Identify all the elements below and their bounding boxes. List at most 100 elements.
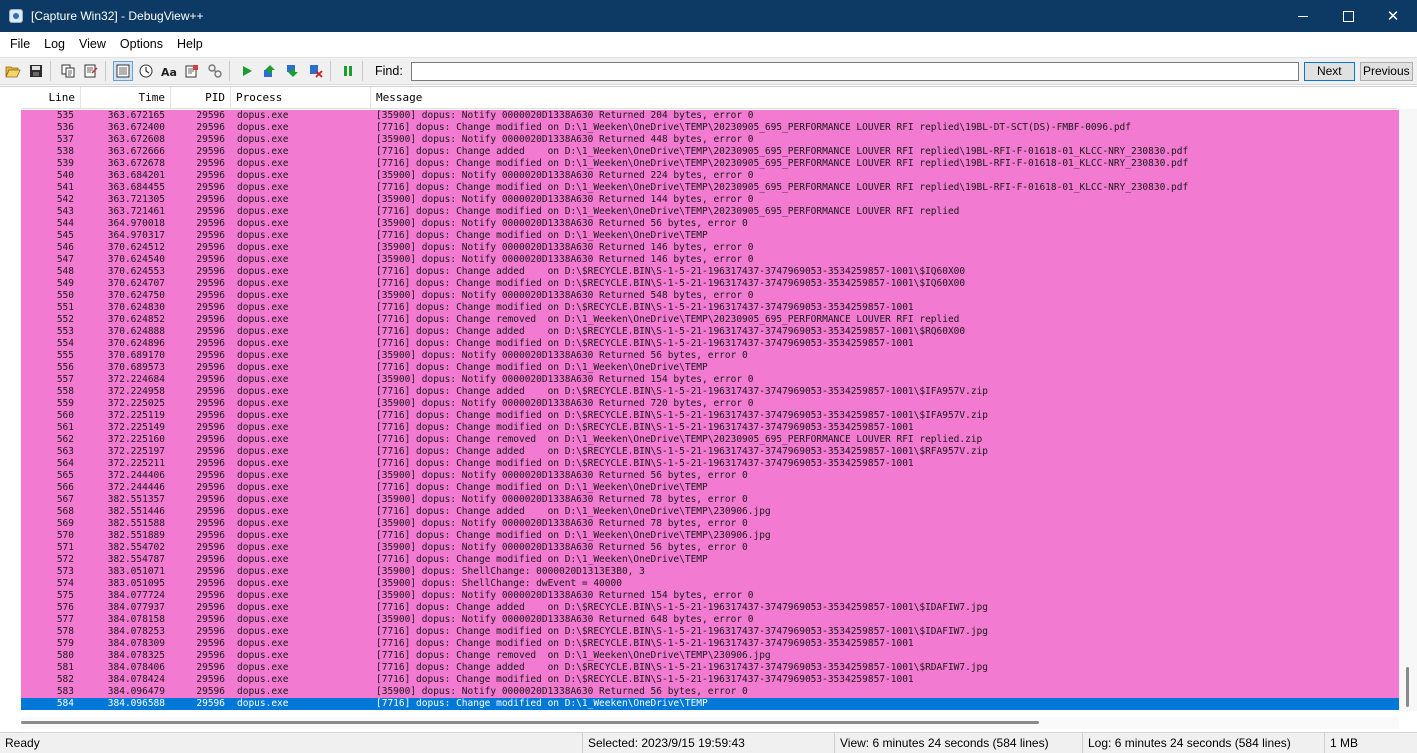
menu-help[interactable]: Help xyxy=(170,32,210,56)
bookmark-down-button[interactable] xyxy=(283,61,303,81)
table-row[interactable]: 540 363.684201 29596 dopus.exe [35900] dopus… xyxy=(21,170,1399,182)
table-row[interactable]: 535 363.672165 29596 dopus.exe [35900] dopus… xyxy=(21,110,1399,122)
table-row[interactable]: 565 372.244406 29596 dopus.exe [35900] dopus… xyxy=(21,470,1399,482)
table-row[interactable]: 542 363.721305 29596 dopus.exe [35900] dopus… xyxy=(21,194,1399,206)
arrow-down-icon xyxy=(287,65,298,77)
next-button[interactable]: Next xyxy=(1303,61,1355,81)
table-row[interactable]: 572 382.554787 29596 dopus.exe [7716] dopus:… xyxy=(21,554,1399,566)
table-row[interactable]: 559 372.225025 29596 dopus.exe [35900] dopus… xyxy=(21,398,1399,410)
cell-time: 372.224684 xyxy=(107,374,165,385)
connect-button[interactable] xyxy=(205,61,225,81)
cell-message: [35900] dopus: Notify 0000020D1338A630 R… xyxy=(376,374,754,385)
table-row[interactable]: 575 384.077724 29596 dopus.exe [35900] dopus… xyxy=(21,590,1399,602)
table-row[interactable]: 557 372.224684 29596 dopus.exe [35900] dopus… xyxy=(21,374,1399,386)
bookmark-clear-button[interactable] xyxy=(306,61,326,81)
cell-process: dopus.exe xyxy=(237,194,289,205)
table-row[interactable]: 563 372.225197 29596 dopus.exe [7716] dopus:… xyxy=(21,446,1399,458)
table-row[interactable]: 580 384.078325 29596 dopus.exe [7716] dopus:… xyxy=(21,650,1399,662)
table-row[interactable]: 553 370.624888 29596 dopus.exe [7716] dopus:… xyxy=(21,326,1399,338)
table-row[interactable]: 549 370.624707 29596 dopus.exe [7716] dopus:… xyxy=(21,278,1399,290)
table-row[interactable]: 539 363.672678 29596 dopus.exe [7716] dopus:… xyxy=(21,158,1399,170)
menu-log[interactable]: Log xyxy=(37,32,72,56)
table-row[interactable]: 566 372.244446 29596 dopus.exe [7716] dopus:… xyxy=(21,482,1399,494)
cell-line: 558 xyxy=(56,386,74,397)
table-row[interactable]: 547 370.624540 29596 dopus.exe [35900] dopus… xyxy=(21,254,1399,266)
log-list[interactable]: Line Time PID Process Message 535 363.672… xyxy=(0,86,1417,732)
table-row[interactable]: 561 372.225149 29596 dopus.exe [7716] dopus:… xyxy=(21,422,1399,434)
table-row[interactable]: 569 382.551588 29596 dopus.exe [35900] dopus… xyxy=(21,518,1399,530)
horizontal-scroll-thumb[interactable] xyxy=(21,721,1039,724)
table-row[interactable]: 583 384.096479 29596 dopus.exe [35900] dopus… xyxy=(21,686,1399,698)
bookmark-up-button[interactable] xyxy=(260,61,280,81)
table-row[interactable]: 562 372.225160 29596 dopus.exe [7716] dopus:… xyxy=(21,434,1399,446)
horizontal-scrollbar[interactable] xyxy=(21,717,1399,729)
column-header-line[interactable]: Line xyxy=(21,87,81,109)
menu-file[interactable]: File xyxy=(0,32,37,56)
menu-view[interactable]: View xyxy=(72,32,113,56)
table-row[interactable]: 551 370.624830 29596 dopus.exe [7716] dopus:… xyxy=(21,302,1399,314)
maximize-button[interactable] xyxy=(1325,0,1371,32)
vertical-scrollbar[interactable] xyxy=(1399,109,1417,711)
previous-button[interactable]: Previous xyxy=(1359,61,1413,81)
table-row[interactable]: 543 363.721461 29596 dopus.exe [7716] dopus:… xyxy=(21,206,1399,218)
table-row[interactable]: 577 384.078158 29596 dopus.exe [35900] dopus… xyxy=(21,614,1399,626)
column-header-message[interactable]: Message xyxy=(371,87,1399,109)
table-row[interactable]: 537 363.672608 29596 dopus.exe [35900] dopus… xyxy=(21,134,1399,146)
table-row[interactable]: 578 384.078253 29596 dopus.exe [7716] dopus:… xyxy=(21,626,1399,638)
table-row[interactable]: 548 370.624553 29596 dopus.exe [7716] dopus:… xyxy=(21,266,1399,278)
cell-message: [7716] dopus: Change modified on D:\1_We… xyxy=(376,182,1189,193)
vertical-scroll-thumb[interactable] xyxy=(1406,667,1409,707)
clear-button[interactable] xyxy=(81,61,101,81)
table-row[interactable]: 560 372.225119 29596 dopus.exe [7716] dopus:… xyxy=(21,410,1399,422)
cell-process: dopus.exe xyxy=(237,230,289,241)
table-row[interactable]: 536 363.672400 29596 dopus.exe [7716] dopus:… xyxy=(21,122,1399,134)
column-header-pid[interactable]: PID xyxy=(171,87,231,109)
table-row[interactable]: 567 382.551357 29596 dopus.exe [35900] dopus… xyxy=(21,494,1399,506)
table-row[interactable]: 555 370.689170 29596 dopus.exe [35900] dopus… xyxy=(21,350,1399,362)
cell-message: [35900] dopus: Notify 0000020D1338A630 R… xyxy=(376,686,748,697)
cell-pid: 29596 xyxy=(196,326,225,337)
table-row[interactable]: 550 370.624750 29596 dopus.exe [35900] dopus… xyxy=(21,290,1399,302)
time-button[interactable] xyxy=(136,61,156,81)
cell-line: 562 xyxy=(56,434,74,445)
column-header-time[interactable]: Time xyxy=(81,87,171,109)
minimize-button[interactable] xyxy=(1280,0,1326,32)
table-row[interactable]: 571 382.554702 29596 dopus.exe [35900] dopus… xyxy=(21,542,1399,554)
menu-options[interactable]: Options xyxy=(113,32,170,56)
table-row[interactable]: 564 372.225211 29596 dopus.exe [7716] dopus:… xyxy=(21,458,1399,470)
save-button[interactable] xyxy=(26,61,46,81)
cell-pid: 29596 xyxy=(196,194,225,205)
table-row[interactable]: 556 370.689573 29596 dopus.exe [7716] dopus:… xyxy=(21,362,1399,374)
table-row[interactable]: 582 384.078424 29596 dopus.exe [7716] dopus:… xyxy=(21,674,1399,686)
column-header-process[interactable]: Process xyxy=(231,87,371,109)
run-button[interactable] xyxy=(237,61,257,81)
table-row[interactable]: 568 382.551446 29596 dopus.exe [7716] dopus:… xyxy=(21,506,1399,518)
table-row[interactable]: 570 382.551889 29596 dopus.exe [7716] dopus:… xyxy=(21,530,1399,542)
font-button[interactable]: Aa xyxy=(159,61,179,81)
table-row[interactable]: 554 370.624896 29596 dopus.exe [7716] dopus:… xyxy=(21,338,1399,350)
table-row-selected[interactable]: 584 384.096588 29596 dopus.exe [7716] dopus:… xyxy=(21,698,1399,710)
table-row[interactable]: 545 364.970317 29596 dopus.exe [7716] dopus:… xyxy=(21,230,1399,242)
cell-message: [7716] dopus: Change removed on D:\1_Wee… xyxy=(376,314,960,325)
copy-button[interactable] xyxy=(58,61,78,81)
table-row[interactable]: 573 383.051071 29596 dopus.exe [35900] dopus… xyxy=(21,566,1399,578)
autoscroll-toggle[interactable] xyxy=(113,61,133,81)
table-row[interactable]: 574 383.051095 29596 dopus.exe [35900] dopus… xyxy=(21,578,1399,590)
table-row[interactable]: 581 384.078406 29596 dopus.exe [7716] dopus:… xyxy=(21,662,1399,674)
close-button[interactable]: ✕ xyxy=(1370,0,1416,32)
table-row[interactable]: 576 384.077937 29596 dopus.exe [7716] dopus:… xyxy=(21,602,1399,614)
table-row[interactable]: 558 372.224958 29596 dopus.exe [7716] dopus:… xyxy=(21,386,1399,398)
table-row[interactable]: 579 384.078309 29596 dopus.exe [7716] dopus:… xyxy=(21,638,1399,650)
cell-pid: 29596 xyxy=(196,350,225,361)
pause-button[interactable] xyxy=(338,61,358,81)
table-row[interactable]: 538 363.672666 29596 dopus.exe [7716] dopus:… xyxy=(21,146,1399,158)
table-row[interactable]: 546 370.624512 29596 dopus.exe [35900] dopus… xyxy=(21,242,1399,254)
table-row[interactable]: 541 363.684455 29596 dopus.exe [7716] dopus:… xyxy=(21,182,1399,194)
open-button[interactable] xyxy=(3,61,23,81)
cell-line: 546 xyxy=(56,242,74,253)
find-input[interactable] xyxy=(410,61,1299,81)
filter-button[interactable] xyxy=(182,61,202,81)
cell-pid: 29596 xyxy=(196,206,225,217)
table-row[interactable]: 552 370.624852 29596 dopus.exe [7716] dopus:… xyxy=(21,314,1399,326)
table-row[interactable]: 544 364.970018 29596 dopus.exe [35900] dopus… xyxy=(21,218,1399,230)
